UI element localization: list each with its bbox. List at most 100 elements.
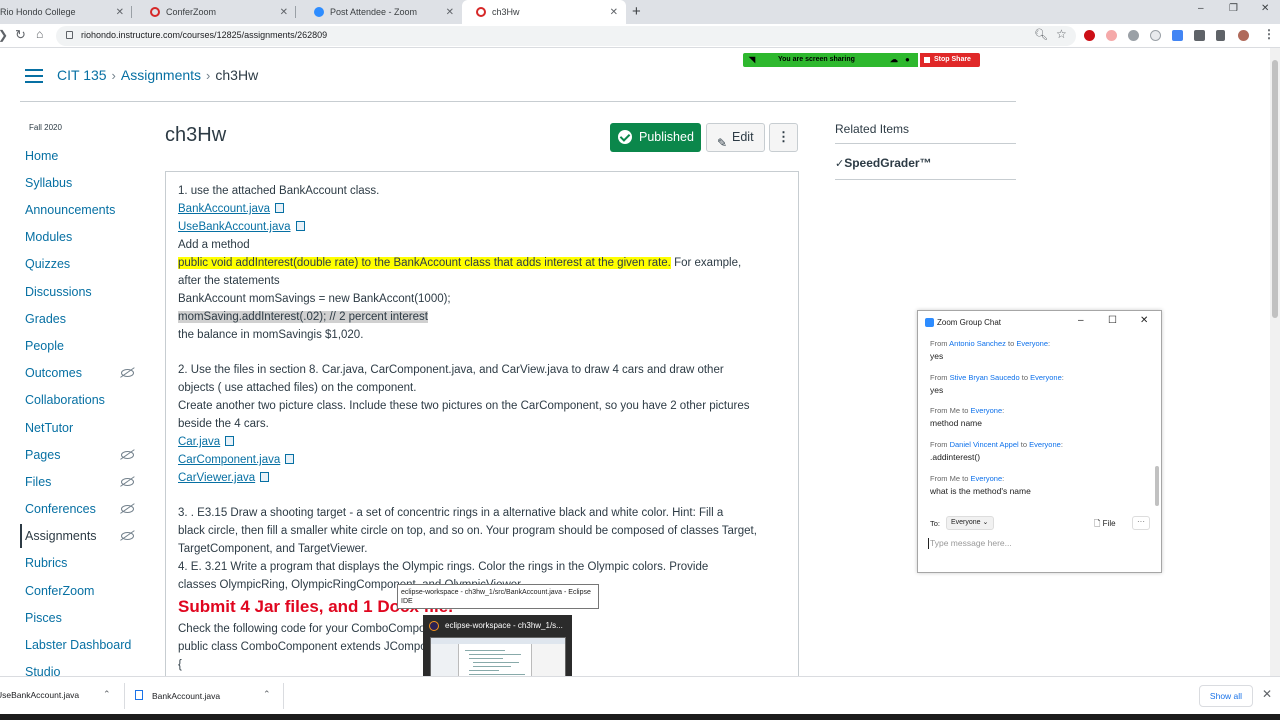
- close-icon[interactable]: ✕: [280, 7, 288, 18]
- home-icon[interactable]: ⌂: [36, 27, 43, 41]
- avatar[interactable]: [1238, 30, 1249, 41]
- minimize-icon[interactable]: –: [1078, 315, 1084, 326]
- speedgrader-link[interactable]: ✓SpeedGrader™: [835, 156, 932, 170]
- chat-scrollbar[interactable]: [1155, 466, 1159, 506]
- download-item[interactable]: BankAccount.java: [135, 690, 220, 701]
- more-options-button[interactable]: ⋮: [769, 123, 798, 152]
- extension-icon[interactable]: [1194, 30, 1205, 41]
- file-link-carcomponent[interactable]: CarComponent.java: [178, 454, 280, 466]
- nav-conferences[interactable]: Conferences: [25, 502, 96, 516]
- attachment-row: CarViewer.java: [178, 472, 270, 484]
- file-preview-icon[interactable]: [225, 436, 235, 446]
- chevron-up-icon[interactable]: ⌃: [103, 689, 111, 700]
- close-icon[interactable]: ✕: [610, 7, 618, 18]
- attachment-row: BankAccount.java: [178, 203, 285, 215]
- nav-files[interactable]: Files: [25, 475, 51, 489]
- nav-announcements[interactable]: Announcements: [25, 203, 115, 217]
- translate-extension-icon[interactable]: [1172, 30, 1183, 41]
- reload-icon[interactable]: ↻: [15, 27, 26, 43]
- tab-zoom-attendee[interactable]: Post Attendee - Zoom ✕: [300, 0, 462, 24]
- back-icon[interactable]: ❯: [0, 28, 8, 42]
- show-all-button[interactable]: Show all: [1199, 685, 1253, 707]
- stop-share-button[interactable]: Stop Share: [920, 53, 980, 67]
- shield-icon: ●: [905, 55, 910, 64]
- bookmark-star-icon[interactable]: ☆: [1056, 27, 1067, 41]
- close-icon[interactable]: ✕: [116, 7, 124, 18]
- zoom-icon[interactable]: 🔍︎: [1034, 28, 1048, 41]
- nav-collaborations[interactable]: Collaborations: [25, 393, 105, 407]
- opera-extension-icon[interactable]: [1084, 30, 1095, 41]
- nav-rubrics[interactable]: Rubrics: [25, 556, 67, 570]
- screencast-extension-icon[interactable]: [1106, 30, 1117, 41]
- published-button[interactable]: Published: [610, 123, 701, 152]
- nav-pisces[interactable]: Pisces: [25, 611, 62, 625]
- chat-message-header: From Stive Bryan Saucedo to Everyone:: [930, 373, 1064, 382]
- nav-nettutor[interactable]: NetTutor: [25, 421, 73, 435]
- conferzoom-icon: [150, 7, 160, 17]
- recipient-select[interactable]: Everyone ⌄: [946, 516, 994, 530]
- maximize-icon[interactable]: ❐: [1229, 3, 1238, 14]
- tab-label: ch3Hw: [492, 7, 520, 17]
- chat-message-input[interactable]: Type message here...: [928, 538, 1012, 549]
- nav-pages[interactable]: Pages: [25, 448, 60, 462]
- stop-icon: [924, 57, 930, 63]
- font-extension-icon[interactable]: [1150, 30, 1161, 41]
- nav-outcomes[interactable]: Outcomes: [25, 366, 82, 380]
- new-tab-button[interactable]: +: [632, 3, 641, 20]
- zoom-chat-window[interactable]: Zoom Group Chat – ☐ ✕ From Antonio Sanch…: [917, 310, 1162, 573]
- close-icon[interactable]: ✕: [1262, 687, 1272, 701]
- download-item[interactable]: UseBankAccount.java: [0, 690, 79, 700]
- breadcrumb-course[interactable]: CIT 135: [57, 67, 107, 83]
- nav-conferzoom[interactable]: ConferZoom: [25, 584, 94, 598]
- tab-label: Rio Hondo College: [0, 7, 76, 17]
- nav-labster-dashboard[interactable]: Labster Dashboard: [25, 638, 131, 652]
- chat-more-button[interactable]: ···: [1132, 516, 1150, 530]
- close-icon[interactable]: ✕: [1140, 315, 1148, 326]
- nav-home[interactable]: Home: [25, 149, 58, 163]
- extension-icon[interactable]: [1128, 30, 1139, 41]
- maximize-icon[interactable]: ☐: [1108, 315, 1117, 326]
- edit-button[interactable]: ✎ Edit: [706, 123, 765, 152]
- nav-people[interactable]: People: [25, 339, 64, 353]
- menu-icon[interactable]: ⋮: [1263, 27, 1275, 41]
- file-preview-icon[interactable]: [295, 221, 305, 231]
- tab-rio-hondo[interactable]: Rio Hondo College ✕: [0, 0, 132, 24]
- tab-ch3hw[interactable]: ch3Hw ✕: [462, 0, 626, 24]
- chevron-right-icon: ›: [111, 68, 116, 83]
- paragraph: 4. E. 3.21 Write a program that displays…: [178, 561, 709, 573]
- file-link-bankaccount[interactable]: BankAccount.java: [178, 203, 270, 215]
- file-preview-icon[interactable]: [275, 203, 285, 213]
- chat-message-text: what is the method's name: [930, 486, 1031, 496]
- breadcrumb-assignments[interactable]: Assignments: [121, 67, 201, 83]
- file-link-carviewer[interactable]: CarViewer.java: [178, 472, 255, 484]
- nav-quizzes[interactable]: Quizzes: [25, 257, 70, 271]
- nav-syllabus[interactable]: Syllabus: [25, 176, 72, 190]
- hamburger-menu-icon[interactable]: [25, 69, 43, 87]
- nav-modules[interactable]: Modules: [25, 230, 72, 244]
- close-icon[interactable]: ✕: [446, 7, 454, 18]
- nav-studio[interactable]: Studio: [25, 665, 60, 676]
- nav-grades[interactable]: Grades: [25, 312, 66, 326]
- puzzle-icon[interactable]: [1216, 30, 1225, 41]
- file-preview-icon[interactable]: [285, 454, 295, 464]
- nav-assignments[interactable]: Assignments: [25, 529, 97, 543]
- divider: [20, 101, 1016, 102]
- attachment-row: UseBankAccount.java: [178, 221, 305, 233]
- page-scrollbar[interactable]: [1270, 48, 1280, 676]
- nav-discussions[interactable]: Discussions: [25, 285, 92, 299]
- file-preview-icon[interactable]: [260, 472, 270, 482]
- term-label: Fall 2020: [29, 123, 62, 132]
- paragraph: public void addInterest(double rate) to …: [178, 257, 742, 269]
- file-link-usebankaccount[interactable]: UseBankAccount.java: [178, 221, 291, 233]
- close-window-icon[interactable]: ✕: [1261, 3, 1269, 14]
- chevron-up-icon[interactable]: ⌃: [263, 689, 271, 700]
- minimize-icon[interactable]: –: [1198, 3, 1204, 14]
- tab-conferzoom[interactable]: ConferZoom ✕: [136, 0, 296, 24]
- address-bar[interactable]: riohondo.instructure.com/courses/12825/a…: [56, 26, 1076, 46]
- canvas-icon: [476, 7, 486, 17]
- zoom-chat-title: Zoom Group Chat: [937, 318, 1002, 327]
- file-link-car[interactable]: Car.java: [178, 436, 220, 448]
- chat-message-text: method name: [930, 418, 982, 428]
- scrollbar-thumb[interactable]: [1272, 60, 1278, 318]
- file-button[interactable]: 🗋 File: [1094, 518, 1116, 532]
